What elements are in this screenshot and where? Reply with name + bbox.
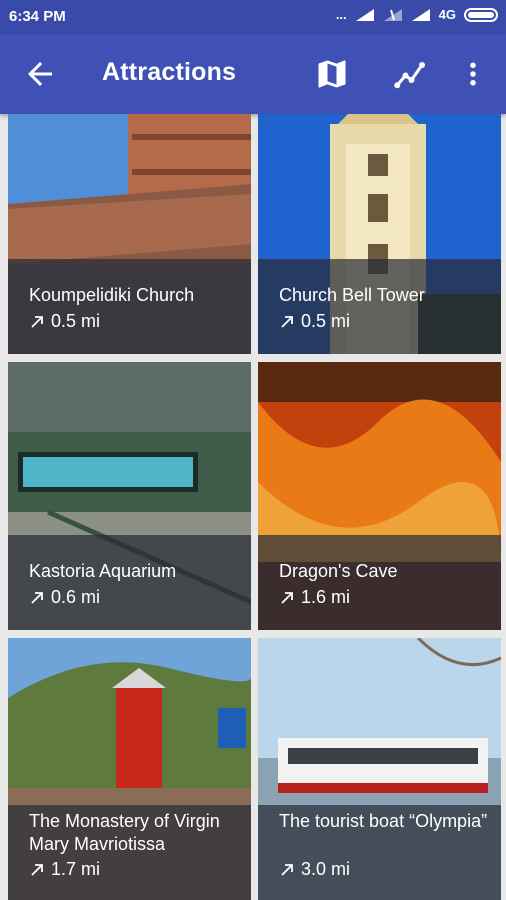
distance-arrow-icon (281, 591, 293, 604)
distance-value: 3.0 mi (301, 859, 351, 879)
map-icon[interactable] (314, 56, 350, 92)
attraction-distance: 1.6 mi (279, 587, 350, 608)
attraction-distance: 3.0 mi (279, 859, 350, 880)
attraction-distance: 0.5 mi (29, 311, 100, 332)
distance-arrow-icon (31, 315, 43, 328)
attraction-distance: 0.6 mi (29, 587, 100, 608)
attraction-name: Dragon's Cave (279, 561, 398, 581)
signal-icon (355, 8, 374, 21)
overflow-menu-icon[interactable] (458, 56, 488, 92)
attraction-distance: 0.5 mi (279, 311, 350, 332)
distance-arrow-icon (31, 591, 43, 604)
attraction-distance: 1.7 mi (29, 859, 100, 880)
attraction-name: Church Bell Tower (279, 285, 425, 305)
signal-icon (383, 8, 402, 21)
attraction-card-tourist-boat-olympia[interactable]: The tourist boat “Olympia” 3.0 mi (258, 638, 501, 900)
attractions-grid: Koumpelidiki Church 0.5 mi Church Bell T… (0, 114, 506, 900)
distance-arrow-icon (281, 863, 293, 876)
distance-value: 0.5 mi (301, 311, 351, 331)
app-bar: Attractions (0, 34, 506, 114)
distance-value: 1.6 mi (301, 587, 351, 607)
page-title: Attractions (102, 58, 237, 86)
attraction-card-church-bell-tower[interactable]: Church Bell Tower 0.5 mi (258, 114, 501, 354)
route-icon[interactable] (392, 56, 428, 92)
attraction-name: The Monastery of Virgin Mary Mavriotissa (29, 811, 220, 854)
attraction-name: The tourist boat “Olympia” (279, 811, 488, 831)
status-icons: ... 4G (336, 7, 498, 22)
status-bar: 6:34 PM ... 4G (0, 0, 506, 34)
network-type-label: 4G (438, 7, 456, 22)
distance-value: 0.6 mi (51, 587, 101, 607)
distance-arrow-icon (281, 315, 293, 328)
status-dots: ... (335, 7, 347, 22)
signal-icon (411, 8, 430, 21)
attraction-card-dragons-cave[interactable]: Dragon's Cave 1.6 mi (258, 362, 501, 630)
battery-icon (464, 7, 498, 22)
distance-value: 1.7 mi (51, 859, 101, 879)
attraction-card-monastery-mavriotissa[interactable]: The Monastery of Virgin Mary Mavriotissa… (8, 638, 251, 900)
distance-value: 0.5 mi (51, 311, 101, 331)
distance-arrow-icon (31, 863, 43, 876)
status-time: 6:34 PM (9, 8, 66, 25)
back-arrow-icon[interactable] (22, 56, 58, 92)
attraction-name: Kastoria Aquarium (29, 561, 177, 581)
attraction-card-koumpelidiki-church[interactable]: Koumpelidiki Church 0.5 mi (8, 114, 251, 354)
attraction-card-kastoria-aquarium[interactable]: Kastoria Aquarium 0.6 mi (8, 362, 251, 630)
attraction-name: Koumpelidiki Church (29, 285, 195, 305)
